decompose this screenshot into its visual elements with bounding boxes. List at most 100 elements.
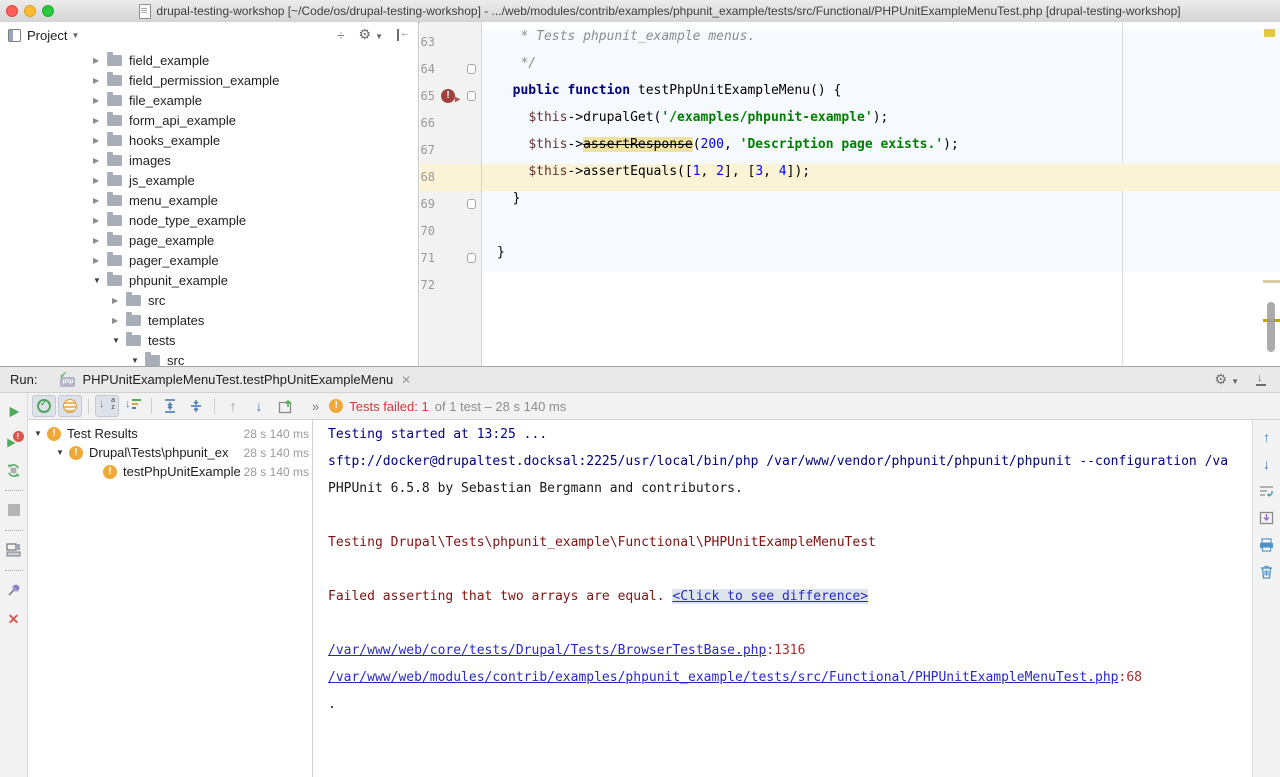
chevron-right-icon[interactable]: ▶ <box>93 56 107 65</box>
more-actions-chevron-icon[interactable]: » <box>312 399 319 414</box>
inspection-status-indicator[interactable] <box>1264 29 1275 37</box>
scroll-from-source-icon[interactable]: ÷ <box>337 28 344 43</box>
failed-test-gutter-icon[interactable]: ! <box>441 89 455 103</box>
tree-item-page_example[interactable]: ▶page_example <box>0 230 416 250</box>
test-tree-item[interactable]: ▼!Test Results28 s 140 ms <box>28 424 312 443</box>
fold-marker-icon[interactable] <box>467 91 476 101</box>
chevron-right-icon[interactable]: ▶ <box>112 296 126 305</box>
code-line-71[interactable]: } <box>482 245 1280 272</box>
tree-item-images[interactable]: ▶images <box>0 150 416 170</box>
collapse-all-button[interactable] <box>184 395 208 417</box>
code-line-72[interactable] <box>482 272 1280 299</box>
tree-item-src[interactable]: ▼src <box>0 350 416 366</box>
fold-marker-icon[interactable] <box>467 253 476 263</box>
tree-item-pager_example[interactable]: ▶pager_example <box>0 250 416 270</box>
tree-item-phpunit_example[interactable]: ▼phpunit_example <box>0 270 416 290</box>
scroll-to-end-button[interactable] <box>1257 508 1277 528</box>
code-line-67[interactable]: $this->assertResponse(200, 'Description … <box>482 137 1280 164</box>
show-passed-button[interactable] <box>32 395 56 417</box>
clear-all-button[interactable] <box>1257 562 1277 582</box>
console-link[interactable]: <Click to see difference> <box>672 589 868 604</box>
tree-item-hooks_example[interactable]: ▶hooks_example <box>0 130 416 150</box>
minimize-window-button[interactable] <box>24 5 36 17</box>
tree-item-form_api_example[interactable]: ▶form_api_example <box>0 110 416 130</box>
chevron-right-icon[interactable]: ▶ <box>93 176 107 185</box>
test-status: ! Tests failed: 1 of 1 test – 28 s 140 m… <box>329 399 566 414</box>
chevron-right-icon[interactable]: ▶ <box>93 196 107 205</box>
code-line-69[interactable]: } <box>482 191 1280 218</box>
chevron-down-icon[interactable]: ▼ <box>71 31 79 40</box>
test-tree-item[interactable]: !testPhpUnitExampleM28 s 140 ms <box>28 462 312 481</box>
import-test-results-button[interactable] <box>273 395 297 417</box>
tree-item-field_example[interactable]: ▶field_example <box>0 50 416 70</box>
chevron-right-icon[interactable]: ▶ <box>93 216 107 225</box>
ide-window: drupal-testing-workshop [~/Code/os/drupa… <box>0 0 1280 777</box>
code-editor[interactable]: 636465!66676869707172 * Tests phpunit_ex… <box>420 22 1280 366</box>
test-item-label: Test Results <box>67 426 240 441</box>
restore-layout-button[interactable] <box>4 540 24 560</box>
chevron-down-icon[interactable]: ▼ <box>56 448 69 457</box>
tree-item-field_permission_example[interactable]: ▶field_permission_example <box>0 70 416 90</box>
settings-gear-icon[interactable]: ⚙▼ <box>359 26 383 44</box>
scroll-down-button[interactable]: ↓ <box>1257 454 1277 474</box>
fold-marker-icon[interactable] <box>467 64 476 74</box>
tree-item-menu_example[interactable]: ▶menu_example <box>0 190 416 210</box>
hide-panel-icon[interactable] <box>397 29 410 41</box>
code-line-63[interactable]: * Tests phpunit_example menus. <box>482 29 1280 56</box>
fold-marker-icon[interactable] <box>467 199 476 209</box>
close-window-button[interactable] <box>6 5 18 17</box>
next-failed-test-button[interactable]: ↓ <box>247 395 271 417</box>
test-failed-icon: ! <box>69 446 83 460</box>
tree-item-file_example[interactable]: ▶file_example <box>0 90 416 110</box>
tree-item-node_type_example[interactable]: ▶node_type_example <box>0 210 416 230</box>
code-line-65[interactable]: public function testPhpUnitExampleMenu()… <box>482 83 1280 110</box>
tree-item-js_example[interactable]: ▶js_example <box>0 170 416 190</box>
chevron-right-icon[interactable]: ▶ <box>112 316 126 325</box>
editor-scrollbar[interactable] <box>1267 302 1275 352</box>
console-link[interactable]: /var/www/web/core/tests/Drupal/Tests/Bro… <box>328 643 766 658</box>
chevron-down-icon[interactable]: ▼ <box>34 429 47 438</box>
chevron-down-icon[interactable]: ▼ <box>93 276 107 285</box>
error-stripe-mark[interactable] <box>1263 280 1280 283</box>
code-line-66[interactable]: $this->drupalGet('/examples/phpunit-exam… <box>482 110 1280 137</box>
chevron-down-icon[interactable]: ▼ <box>112 336 126 345</box>
chevron-right-icon[interactable]: ▶ <box>93 96 107 105</box>
console-link[interactable]: /var/www/web/modules/contrib/examples/ph… <box>328 670 1119 685</box>
editor-code-area[interactable]: * Tests phpunit_example menus. */ public… <box>482 29 1280 299</box>
print-button[interactable] <box>1257 535 1277 555</box>
sort-by-duration-button[interactable]: ↓ <box>121 395 145 417</box>
chevron-right-icon[interactable]: ▶ <box>93 116 107 125</box>
test-tree-item[interactable]: ▼!Drupal\Tests\phpunit_ex28 s 140 ms <box>28 443 312 462</box>
tree-item-templates[interactable]: ▶templates <box>0 310 416 330</box>
soft-wrap-button[interactable] <box>1257 481 1277 501</box>
code-line-68[interactable]: $this->assertEquals([1, 2], [3, 4]); <box>482 164 1280 191</box>
chevron-right-icon[interactable]: ▶ <box>93 236 107 245</box>
tree-item-src[interactable]: ▶src <box>0 290 416 310</box>
minimize-panel-icon[interactable] <box>1255 374 1268 386</box>
sort-alphabetically-button[interactable]: ↓az <box>95 395 119 417</box>
chevron-down-icon[interactable]: ▼ <box>131 356 145 365</box>
pin-tab-button[interactable] <box>4 580 24 600</box>
toggle-auto-test-button[interactable] <box>4 460 24 480</box>
zoom-window-button[interactable] <box>42 5 54 17</box>
run-settings-gear-icon[interactable]: ⚙▼ <box>1215 371 1239 389</box>
stop-button[interactable] <box>4 500 24 520</box>
show-ignored-button[interactable] <box>58 395 82 417</box>
test-duration: 28 s 140 ms <box>244 446 312 460</box>
chevron-right-icon[interactable]: ▶ <box>93 156 107 165</box>
rerun-failed-tests-button[interactable]: ! <box>4 431 24 451</box>
chevron-right-icon[interactable]: ▶ <box>93 256 107 265</box>
rerun-button[interactable] <box>4 402 24 422</box>
code-line-64[interactable]: */ <box>482 56 1280 83</box>
close-tab-icon[interactable]: ✕ <box>401 373 411 387</box>
previous-failed-test-button[interactable]: ↑ <box>221 395 245 417</box>
project-panel-title[interactable]: Project <box>27 28 67 43</box>
close-panel-button[interactable]: ✕ <box>4 609 24 629</box>
chevron-right-icon[interactable]: ▶ <box>93 76 107 85</box>
run-configuration-tab[interactable]: ✓php PHPUnitExampleMenuTest.testPhpUnitE… <box>53 367 417 392</box>
expand-all-button[interactable] <box>158 395 182 417</box>
tree-item-tests[interactable]: ▼tests <box>0 330 416 350</box>
scroll-up-button[interactable]: ↑ <box>1257 427 1277 447</box>
code-line-70[interactable] <box>482 218 1280 245</box>
chevron-right-icon[interactable]: ▶ <box>93 136 107 145</box>
